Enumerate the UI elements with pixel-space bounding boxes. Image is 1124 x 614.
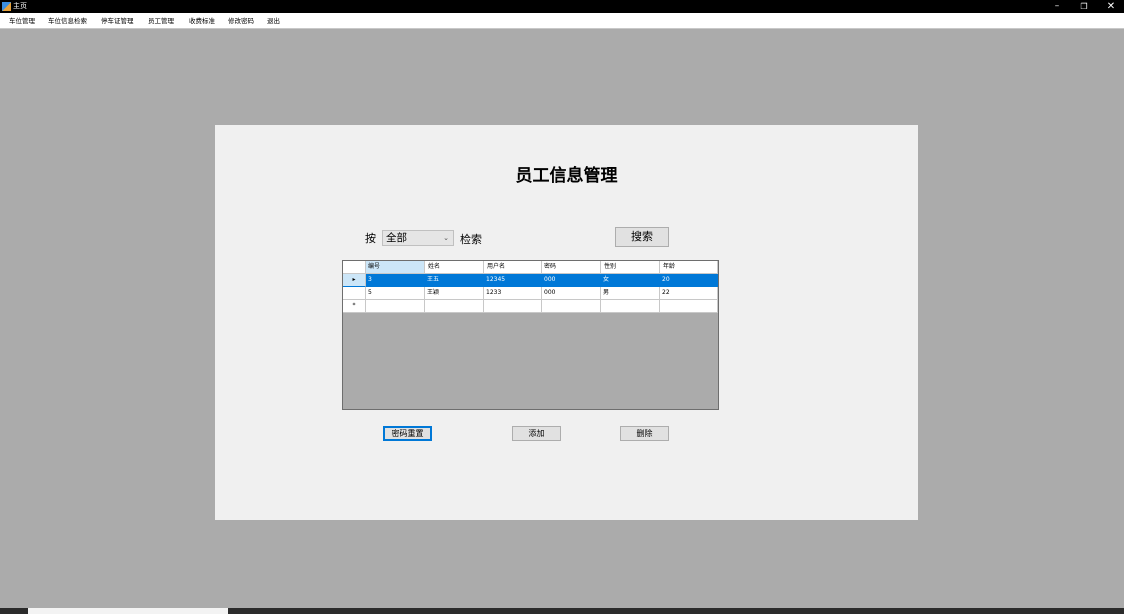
table-cell[interactable]: 女 — [601, 274, 660, 287]
title-bar: 主页 – ❐ ✕ — [0, 0, 1124, 13]
column-header-username[interactable]: 用户名 — [484, 261, 542, 274]
table-cell[interactable]: 男 — [601, 287, 660, 300]
table-new-row[interactable]: * — [343, 300, 718, 313]
menu-permit[interactable]: 停车证管理 — [101, 16, 134, 26]
reset-password-button[interactable]: 密码重置 — [383, 426, 432, 441]
search-field-value: 全部 — [386, 232, 407, 244]
app-icon — [2, 2, 11, 11]
add-button[interactable]: 添加 — [512, 426, 561, 441]
row-header[interactable] — [343, 287, 366, 300]
window-title: 主页 — [13, 2, 27, 10]
table-row[interactable]: 5 王颖 1233 000 男 22 — [343, 287, 718, 300]
menu-space-search[interactable]: 车位信息检索 — [48, 16, 87, 26]
column-header-gender[interactable]: 性别 — [601, 261, 660, 274]
chevron-down-icon: ⌄ — [443, 234, 449, 242]
staff-panel: 员工信息管理 按 全部 ⌄ 检索 搜索 编号 姓名 用户名 密码 性别 年龄 ▸… — [215, 125, 918, 520]
row-header-new[interactable]: * — [343, 300, 366, 313]
table-cell[interactable] — [542, 300, 601, 313]
search-button[interactable]: 搜索 — [615, 227, 669, 247]
column-header-password[interactable]: 密码 — [542, 261, 601, 274]
table-cell[interactable]: 3 — [366, 274, 425, 287]
table-cell[interactable]: 000 — [542, 287, 601, 300]
table-cell[interactable] — [660, 300, 718, 313]
column-header-id[interactable]: 编号 — [366, 261, 425, 274]
table-cell[interactable] — [366, 300, 425, 313]
table-cell[interactable]: 王颖 — [425, 287, 484, 300]
column-header-age[interactable]: 年龄 — [660, 261, 718, 274]
table-cell[interactable]: 5 — [366, 287, 425, 300]
header-corner — [343, 261, 366, 274]
table-cell[interactable] — [484, 300, 542, 313]
menu-fees[interactable]: 收费标准 — [189, 16, 215, 26]
table-cell[interactable]: 000 — [542, 274, 601, 287]
table-row[interactable]: ▸ 3 王五 12345 000 女 20 — [343, 274, 718, 287]
delete-button[interactable]: 删除 — [620, 426, 669, 441]
menu-parking-space[interactable]: 车位管理 — [9, 16, 35, 26]
page-title: 员工信息管理 — [515, 166, 618, 186]
row-header-current[interactable]: ▸ — [343, 274, 366, 287]
search-field-select[interactable]: 全部 ⌄ — [382, 230, 454, 246]
maximize-button[interactable]: ❐ — [1071, 0, 1097, 13]
taskbar — [0, 608, 1124, 614]
staff-table[interactable]: 编号 姓名 用户名 密码 性别 年龄 ▸ 3 王五 12345 000 女 20… — [342, 260, 719, 410]
taskbar-search-box[interactable] — [28, 608, 228, 614]
column-header-name[interactable]: 姓名 — [425, 261, 484, 274]
table-cell[interactable] — [425, 300, 484, 313]
table-cell[interactable]: 1233 — [484, 287, 542, 300]
menu-exit[interactable]: 退出 — [267, 16, 280, 26]
menu-change-password[interactable]: 修改密码 — [228, 16, 254, 26]
menu-bar: 车位管理 车位信息检索 停车证管理 员工管理 收费标准 修改密码 退出 — [0, 13, 1124, 29]
close-button[interactable]: ✕ — [1098, 0, 1124, 13]
search-suffix-label: 检索 — [460, 233, 482, 246]
search-prefix-label: 按 — [365, 232, 376, 245]
table-cell[interactable]: 王五 — [425, 274, 484, 287]
table-cell[interactable] — [601, 300, 660, 313]
table-cell[interactable]: 20 — [660, 274, 718, 287]
table-cell[interactable]: 22 — [660, 287, 718, 300]
minimize-button[interactable]: – — [1044, 0, 1070, 13]
table-cell[interactable]: 12345 — [484, 274, 542, 287]
table-header-row: 编号 姓名 用户名 密码 性别 年龄 — [343, 261, 718, 274]
menu-staff[interactable]: 员工管理 — [148, 16, 174, 26]
